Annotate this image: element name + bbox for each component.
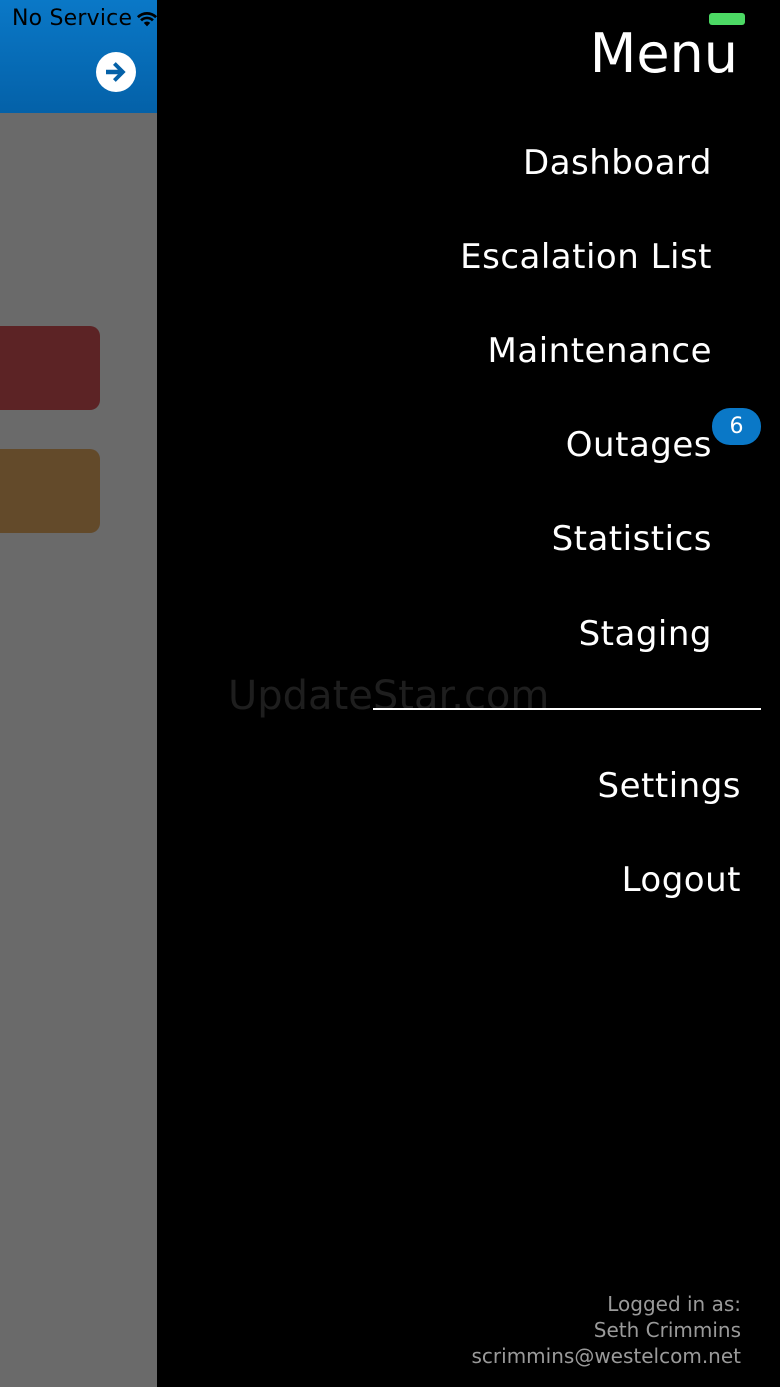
- arrow-right-glyph: [106, 62, 126, 82]
- menu-divider: [373, 708, 761, 710]
- logged-in-label: Logged in as:: [607, 1292, 741, 1316]
- menu-title: Menu: [589, 22, 738, 85]
- menu-item-dashboard[interactable]: Dashboard: [523, 143, 712, 183]
- outages-count-badge: 6: [712, 408, 761, 445]
- arrow-right-circle-icon[interactable]: [96, 52, 136, 92]
- app-header: No Service: [0, 0, 157, 113]
- wifi-icon: [136, 12, 157, 27]
- menu-item-staging[interactable]: Staging: [579, 614, 712, 654]
- menu-item-statistics[interactable]: Statistics: [552, 519, 712, 559]
- menu-item-logout[interactable]: Logout: [622, 860, 741, 900]
- menu-item-escalation-list[interactable]: Escalation List: [460, 237, 712, 277]
- carrier-status: No Service: [12, 6, 133, 31]
- status-card-brown[interactable]: [0, 449, 100, 533]
- menu-item-maintenance[interactable]: Maintenance: [488, 331, 712, 371]
- user-email: scrimmins@westelcom.net: [471, 1344, 742, 1368]
- watermark: UpdateStar.com: [228, 673, 550, 719]
- status-card-red[interactable]: [0, 326, 100, 410]
- menu-item-settings[interactable]: Settings: [598, 766, 741, 806]
- user-name: Seth Crimmins: [593, 1318, 741, 1342]
- menu-item-outages[interactable]: Outages: [566, 425, 712, 465]
- background-app[interactable]: No Service: [0, 0, 157, 1387]
